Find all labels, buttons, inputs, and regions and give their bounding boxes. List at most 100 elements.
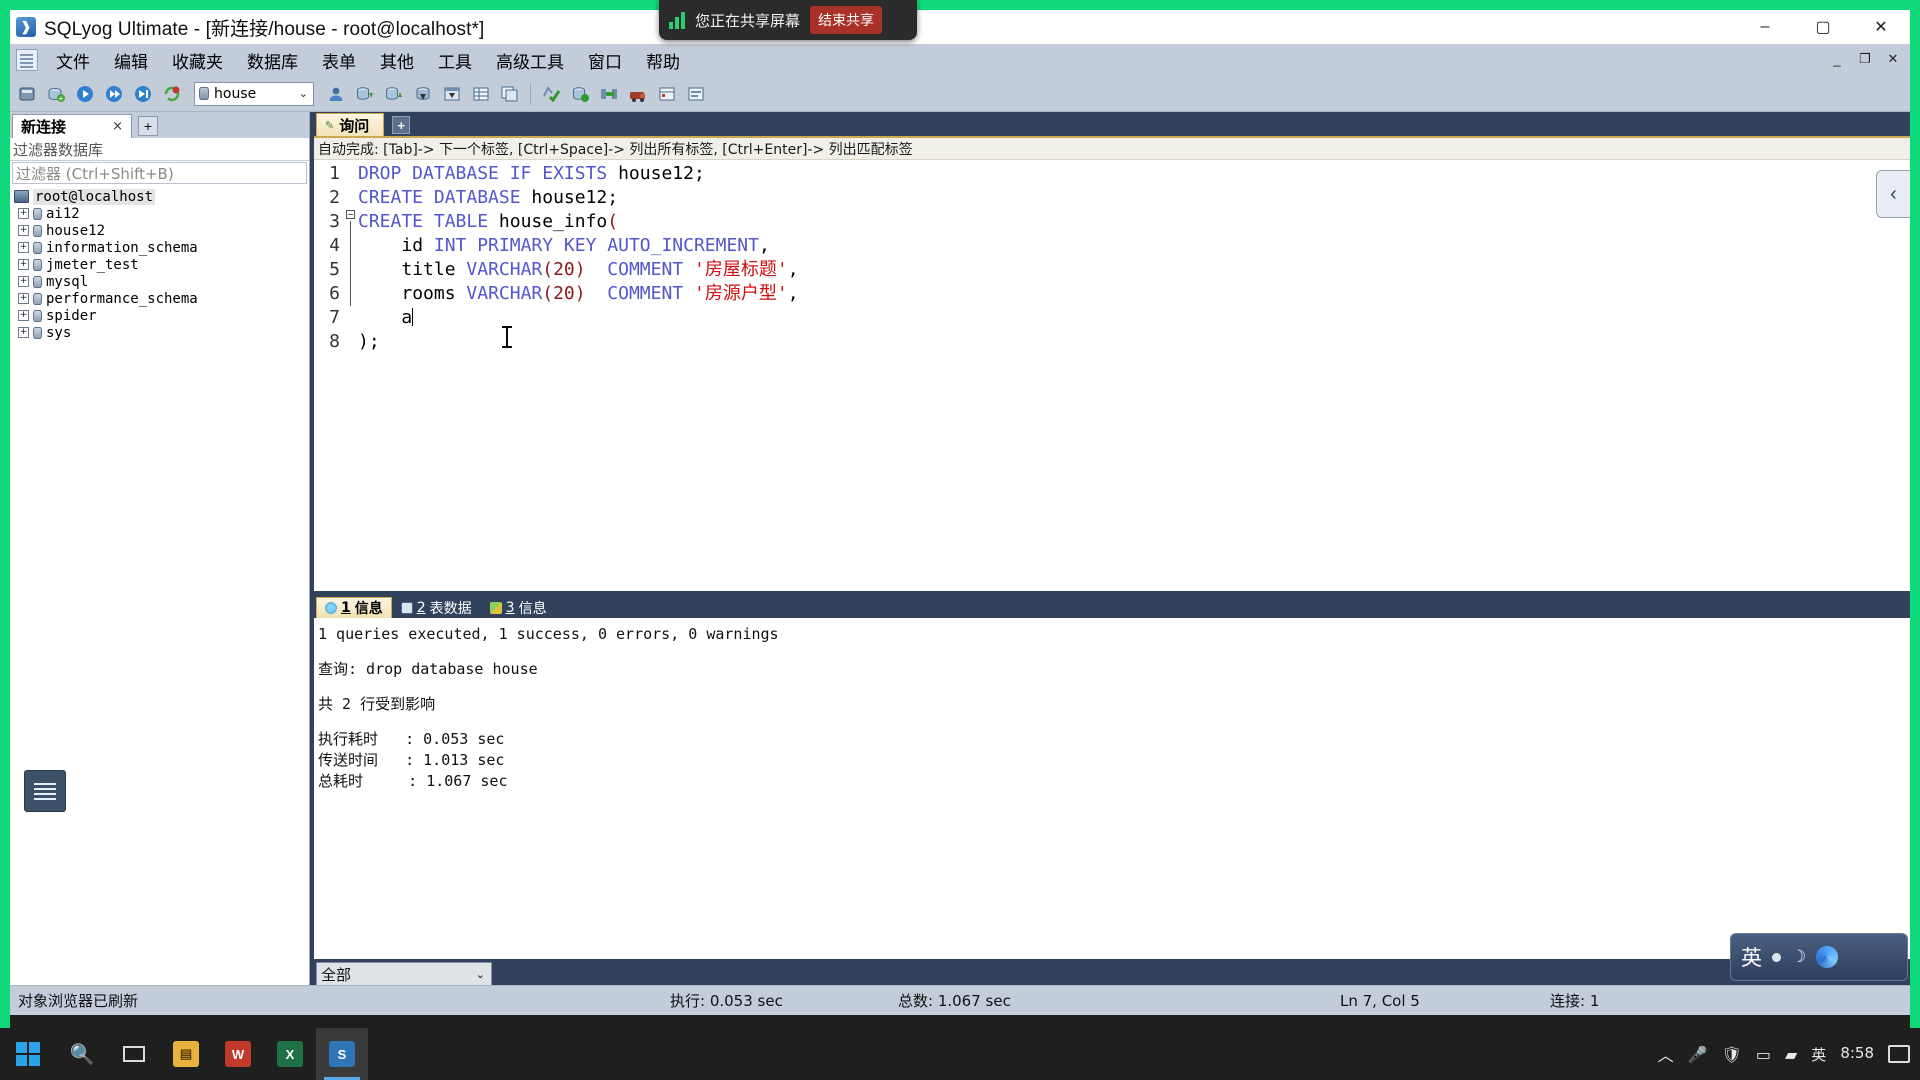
scheduler-icon[interactable]: [654, 81, 680, 107]
tree-node-information-schema[interactable]: + information_schema: [10, 239, 309, 256]
fold-column[interactable]: −: [344, 160, 358, 591]
database-select[interactable]: house ⌄: [194, 81, 314, 106]
add-query-tab-button[interactable]: +: [392, 116, 411, 134]
windows-start-icon[interactable]: [0, 1028, 56, 1080]
expand-icon[interactable]: +: [18, 242, 29, 253]
code-line[interactable]: title VARCHAR(20) COMMENT '房屋标题',: [358, 258, 1910, 282]
tray-ime-mode[interactable]: 英: [1811, 1044, 1826, 1065]
table-data-icon[interactable]: [468, 81, 494, 107]
menu-item-window[interactable]: 窗口: [576, 45, 634, 76]
code-area[interactable]: 1 2 3 4 5 6 7 8 − DROP DATABASE IF EXISTS house…: [314, 160, 1910, 591]
expand-icon[interactable]: +: [18, 208, 29, 219]
clock[interactable]: 8:58: [1840, 1045, 1874, 1063]
menu-item-database[interactable]: 数据库: [235, 45, 310, 76]
expand-icon[interactable]: +: [18, 259, 29, 270]
stop-sharing-button[interactable]: 结束共享: [810, 6, 883, 34]
export-data-icon[interactable]: [381, 81, 407, 107]
code-line[interactable]: id INT PRIMARY KEY AUTO_INCREMENT,: [358, 234, 1910, 258]
code-line[interactable]: );: [358, 330, 1910, 354]
expand-icon[interactable]: +: [18, 310, 29, 321]
filter-input[interactable]: 过滤器 (Ctrl+Shift+B): [12, 162, 307, 184]
results-output[interactable]: 1 queries executed, 1 success, 0 errors,…: [314, 618, 1910, 959]
chevron-up-icon[interactable]: ︿: [1658, 1042, 1674, 1066]
taskbar-app-wps[interactable]: W: [212, 1028, 264, 1080]
close-icon[interactable]: ×: [108, 119, 127, 134]
code-line[interactable]: DROP DATABASE IF EXISTS house12;: [358, 162, 1910, 186]
tree-node-ai12[interactable]: + ai12: [10, 205, 309, 222]
tab-result-info1[interactable]: 1 信息: [316, 597, 392, 618]
add-connection-icon[interactable]: +: [43, 81, 69, 107]
menu-item-form[interactable]: 表单: [310, 45, 368, 76]
taskbar-app-file-explorer[interactable]: ▤: [160, 1028, 212, 1080]
collapse-panel-button[interactable]: ‹: [1876, 170, 1910, 218]
backup-database-icon[interactable]: [410, 81, 436, 107]
expand-icon[interactable]: +: [18, 276, 29, 287]
battery-icon[interactable]: ▭: [1756, 1045, 1771, 1064]
ime-toolbar[interactable]: 英 ☽: [1730, 933, 1908, 981]
tree-node-spider[interactable]: + spider: [10, 307, 309, 324]
security-icon[interactable]: 🛡: [1722, 1045, 1742, 1064]
expand-icon[interactable]: +: [18, 327, 29, 338]
maximize-button[interactable]: ▢: [1794, 10, 1852, 44]
mic-icon[interactable]: 🎤: [1688, 1045, 1708, 1064]
menu-item-help[interactable]: 帮助: [634, 45, 692, 76]
migration-icon[interactable]: [625, 81, 651, 107]
add-connection-tab-button[interactable]: +: [138, 116, 158, 136]
tree-node-sys[interactable]: + sys: [10, 324, 309, 341]
tab-result-info3[interactable]: 3 信息: [481, 597, 556, 618]
connection-tab-new[interactable]: 新连接 ×: [12, 114, 132, 138]
tab-query[interactable]: ✎ 询问: [316, 113, 385, 136]
code-line[interactable]: CREATE TABLE house_info(: [358, 210, 1910, 234]
task-view-icon[interactable]: [108, 1028, 160, 1080]
mdi-restore-button[interactable]: ❐: [1852, 48, 1878, 70]
flower-icon[interactable]: [1816, 946, 1839, 968]
ime-mode-label[interactable]: 英: [1741, 942, 1762, 972]
tree-node-jmeter-test[interactable]: + jmeter_test: [10, 256, 309, 273]
moon-icon[interactable]: ☽: [1791, 947, 1806, 967]
taskbar-app-excel[interactable]: X: [264, 1028, 316, 1080]
code-line[interactable]: a: [358, 306, 1910, 330]
form-view-icon[interactable]: [683, 81, 709, 107]
code-text[interactable]: DROP DATABASE IF EXISTS house12; CREATE D…: [358, 160, 1910, 591]
refresh-objects-icon[interactable]: [159, 81, 185, 107]
user-manager-icon[interactable]: [323, 81, 349, 107]
restore-database-icon[interactable]: [439, 81, 465, 107]
tree-node-root[interactable]: root@localhost: [10, 188, 309, 205]
close-button[interactable]: ✕: [1852, 10, 1910, 44]
execute-all-queries-icon[interactable]: [101, 81, 127, 107]
menu-item-tools[interactable]: 工具: [426, 45, 484, 76]
import-data-icon[interactable]: [352, 81, 378, 107]
code-line[interactable]: rooms VARCHAR(20) COMMENT '房源户型',: [358, 282, 1910, 306]
dot-icon[interactable]: [1772, 952, 1781, 962]
network-icon[interactable]: ▰: [1785, 1045, 1797, 1064]
menu-item-favorites[interactable]: 收藏夹: [160, 45, 235, 76]
tree-node-house12[interactable]: + house12: [10, 222, 309, 239]
tab-result-table-data[interactable]: 2 表数据: [392, 597, 481, 618]
database-tree[interactable]: root@localhost + ai12 + house12 + inform…: [10, 185, 309, 989]
sql-check-icon[interactable]: [538, 81, 564, 107]
mdi-minimize-button[interactable]: _: [1824, 48, 1850, 70]
menu-item-other[interactable]: 其他: [368, 45, 426, 76]
code-line[interactable]: CREATE DATABASE house12;: [358, 186, 1910, 210]
object-browser-toggle-button[interactable]: [24, 770, 66, 812]
schema-sync-icon[interactable]: [567, 81, 593, 107]
tree-node-mysql[interactable]: + mysql: [10, 273, 309, 290]
search-icon[interactable]: 🔍: [56, 1028, 108, 1080]
minimize-button[interactable]: –: [1736, 10, 1794, 44]
data-sync-icon[interactable]: [596, 81, 622, 107]
sql-editor[interactable]: 自动完成: [Tab]-> 下一个标签, [Ctrl+Space]-> 列出所有…: [314, 136, 1910, 591]
tree-node-performance-schema[interactable]: + performance_schema: [10, 290, 309, 307]
menu-item-edit[interactable]: 编辑: [102, 45, 160, 76]
menu-item-file[interactable]: 文件: [44, 45, 102, 76]
expand-icon[interactable]: +: [18, 293, 29, 304]
new-connection-icon[interactable]: [14, 81, 40, 107]
copy-database-icon[interactable]: [497, 81, 523, 107]
notification-icon[interactable]: [1888, 1045, 1910, 1063]
execute-query-icon[interactable]: [72, 81, 98, 107]
result-filter-select[interactable]: 全部 ⌄: [316, 962, 492, 986]
execute-current-icon[interactable]: [130, 81, 156, 107]
menu-item-powertools[interactable]: 高级工具: [484, 45, 576, 76]
expand-icon[interactable]: +: [18, 225, 29, 236]
mdi-close-button[interactable]: ✕: [1880, 48, 1906, 70]
fold-toggle-icon[interactable]: −: [346, 210, 355, 219]
